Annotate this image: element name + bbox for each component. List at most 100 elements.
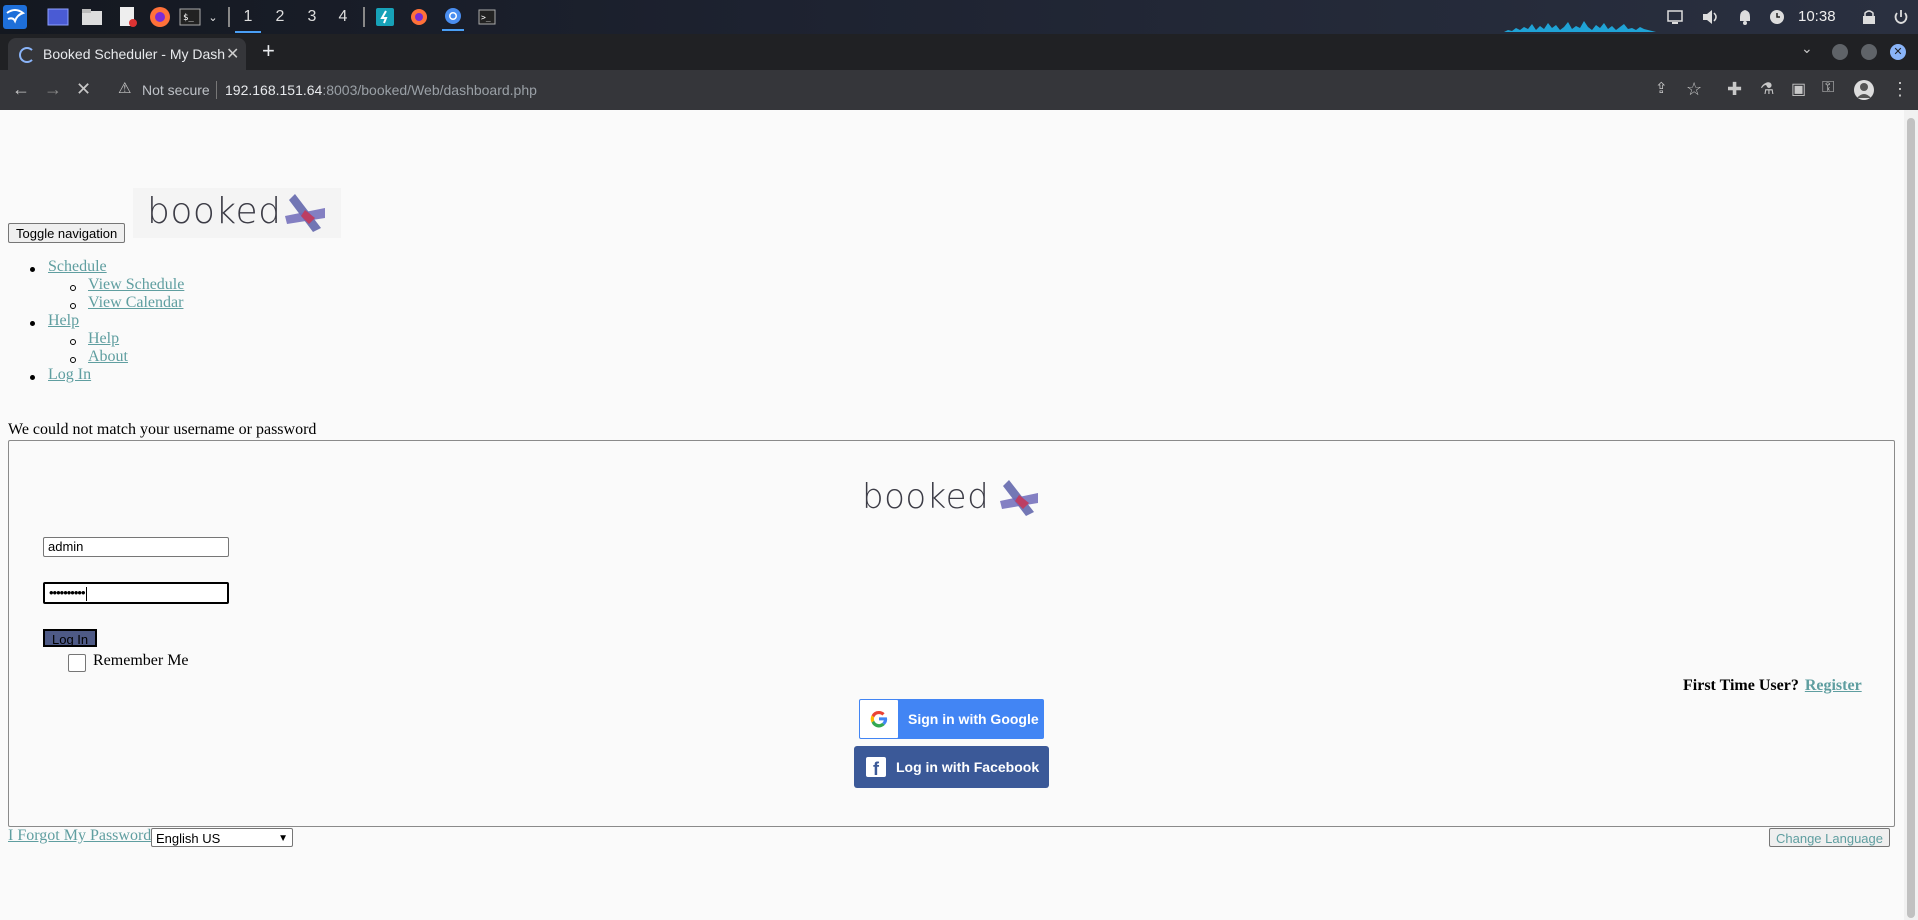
back-icon[interactable]: ← bbox=[12, 79, 30, 100]
firefox-window-icon[interactable] bbox=[408, 5, 430, 29]
text-editor-icon[interactable] bbox=[116, 5, 140, 29]
loading-spinner-icon bbox=[19, 47, 35, 63]
volume-icon[interactable] bbox=[1700, 5, 1722, 29]
chevron-down-icon[interactable]: ⌄ bbox=[206, 5, 220, 29]
nav-bullet bbox=[70, 303, 76, 309]
nav-bullet bbox=[30, 375, 35, 380]
extensions-icon[interactable]: ✚ bbox=[1727, 79, 1742, 100]
nav-login-link[interactable]: Log In bbox=[48, 366, 91, 384]
profile-avatar-icon[interactable] bbox=[1854, 80, 1874, 100]
maximize-window-icon[interactable] bbox=[1861, 44, 1877, 60]
security-label[interactable]: Not secure bbox=[142, 82, 210, 98]
bell-icon[interactable] bbox=[1734, 5, 1756, 29]
forgot-password-link[interactable]: I Forgot My Password bbox=[8, 827, 151, 845]
change-language-button[interactable]: Change Language bbox=[1769, 828, 1890, 847]
lock-icon[interactable] bbox=[1858, 5, 1880, 29]
google-logo-icon bbox=[860, 700, 898, 738]
lab-flask-icon[interactable]: ⚗ bbox=[1760, 79, 1774, 99]
remember-me-label[interactable]: Remember Me bbox=[93, 652, 189, 670]
url-path: :8003/booked/Web/dashboard.php bbox=[322, 82, 537, 98]
file-manager-icon[interactable] bbox=[80, 5, 104, 29]
facebook-logo-icon: f bbox=[866, 757, 886, 779]
url-host: 192.168.151.64 bbox=[225, 82, 323, 98]
nav-help-link[interactable]: Help bbox=[48, 312, 79, 330]
workspace-2[interactable]: 2 bbox=[267, 3, 293, 31]
nav-schedule-link[interactable]: Schedule bbox=[48, 258, 107, 276]
scrollbar-thumb[interactable] bbox=[1907, 118, 1915, 918]
url-separator bbox=[216, 81, 217, 99]
browser-tabstrip: Booked Scheduler - My Dashboard ✕ bbox=[0, 34, 1918, 70]
password-input[interactable]: •••••••••• bbox=[43, 582, 229, 604]
nav-help-sub-link[interactable]: Help bbox=[88, 330, 119, 348]
bookmark-star-icon[interactable]: ☆ bbox=[1686, 79, 1702, 100]
stop-loading-icon[interactable]: ✕ bbox=[76, 79, 91, 100]
workspace-label: 4 bbox=[338, 8, 348, 25]
nav-view-calendar-link[interactable]: View Calendar bbox=[88, 294, 183, 312]
first-time-user-label: First Time User? bbox=[1683, 677, 1799, 694]
tab-title: Booked Scheduler - My Dashboard bbox=[43, 46, 225, 62]
nav-bullet bbox=[30, 321, 35, 326]
workspace-4[interactable]: 4 bbox=[330, 3, 356, 31]
close-window-icon[interactable]: ✕ bbox=[1890, 44, 1906, 60]
google-signin-label: Sign in with Google bbox=[908, 711, 1039, 727]
browser-toolbar: ← → ✕ ⚠ Not secure 192.168.151.64:8003/b… bbox=[0, 70, 1918, 110]
logo-mark-icon bbox=[285, 194, 325, 232]
firefox-icon[interactable] bbox=[148, 5, 172, 29]
header-logo[interactable]: booked bbox=[133, 188, 341, 238]
taskbar-separator bbox=[228, 7, 230, 27]
username-input[interactable]: admin bbox=[43, 537, 229, 557]
forward-icon[interactable]: → bbox=[44, 79, 62, 100]
facebook-login-label: Log in with Facebook bbox=[896, 759, 1040, 775]
new-tab-button[interactable]: + bbox=[262, 38, 275, 64]
clock-icon bbox=[1766, 5, 1788, 29]
workspace-1[interactable]: 1 bbox=[235, 3, 261, 33]
share-icon[interactable]: ⇪ bbox=[1655, 79, 1668, 97]
logo-text: booked bbox=[147, 191, 282, 232]
close-tab-icon[interactable]: ✕ bbox=[226, 44, 239, 64]
remember-me-checkbox[interactable] bbox=[68, 654, 86, 672]
clock-time: 10:38 bbox=[1798, 8, 1836, 25]
nav-about-link[interactable]: About bbox=[88, 348, 128, 366]
os-taskbar: $_ ⌄ 1 2 3 4 >_ 10:38 bbox=[0, 0, 1918, 34]
text-cursor bbox=[85, 586, 87, 601]
power-icon[interactable] bbox=[1890, 5, 1912, 29]
nav-bullet bbox=[70, 357, 76, 363]
kali-menu-icon[interactable] bbox=[2, 5, 28, 29]
facebook-login-button[interactable]: f Log in with Facebook bbox=[854, 746, 1049, 788]
app-window-icon[interactable] bbox=[374, 5, 396, 29]
svg-text:>_: >_ bbox=[481, 13, 491, 22]
nav-bullet bbox=[30, 267, 35, 272]
browser-tab[interactable]: Booked Scheduler - My Dashboard ✕ bbox=[8, 38, 246, 70]
terminal-icon[interactable]: $_ bbox=[178, 5, 202, 29]
login-logo-mark-icon bbox=[1000, 480, 1038, 516]
url-text[interactable]: 192.168.151.64:8003/booked/Web/dashboard… bbox=[225, 82, 537, 98]
screen-icon[interactable] bbox=[1664, 5, 1686, 29]
login-logo: booked bbox=[858, 470, 1048, 520]
workspace-label: 2 bbox=[275, 8, 285, 25]
register-link[interactable]: Register bbox=[1805, 677, 1862, 694]
warning-icon[interactable]: ⚠ bbox=[118, 79, 131, 97]
menu-kebab-icon[interactable]: ⋮ bbox=[1891, 79, 1909, 100]
nav-bullet bbox=[70, 285, 76, 291]
side-panel-icon[interactable]: ▣ bbox=[1791, 79, 1806, 99]
chevron-down-icon: ▼ bbox=[278, 833, 288, 844]
chromium-window-icon[interactable] bbox=[442, 3, 464, 31]
key-icon[interactable]: ⚿ bbox=[1822, 79, 1834, 97]
login-error-message: We could not match your username or pass… bbox=[8, 421, 317, 438]
desktop-icon[interactable] bbox=[46, 5, 70, 29]
toggle-navigation-button[interactable]: Toggle navigation bbox=[8, 223, 126, 243]
minimize-window-icon[interactable] bbox=[1832, 44, 1848, 60]
cpu-graph bbox=[1504, 21, 1656, 32]
nav-view-schedule-link[interactable]: View Schedule bbox=[88, 276, 184, 294]
page-scrollbar[interactable] bbox=[1904, 110, 1918, 920]
google-signin-button[interactable]: Sign in with Google bbox=[859, 699, 1044, 739]
workspace-label: 1 bbox=[243, 8, 253, 25]
login-logo-text: booked bbox=[862, 477, 990, 517]
address-bar[interactable]: ⚠ Not secure 192.168.151.64:8003/booked/… bbox=[112, 76, 1694, 104]
tab-search-icon[interactable]: ⌄ bbox=[1801, 41, 1813, 58]
language-select[interactable]: English US ▼ bbox=[151, 828, 293, 847]
workspace-3[interactable]: 3 bbox=[299, 3, 325, 31]
login-submit-button[interactable]: Log In bbox=[43, 629, 98, 647]
terminal-window-icon[interactable]: >_ bbox=[476, 5, 498, 29]
svg-text:$_: $_ bbox=[183, 13, 194, 23]
